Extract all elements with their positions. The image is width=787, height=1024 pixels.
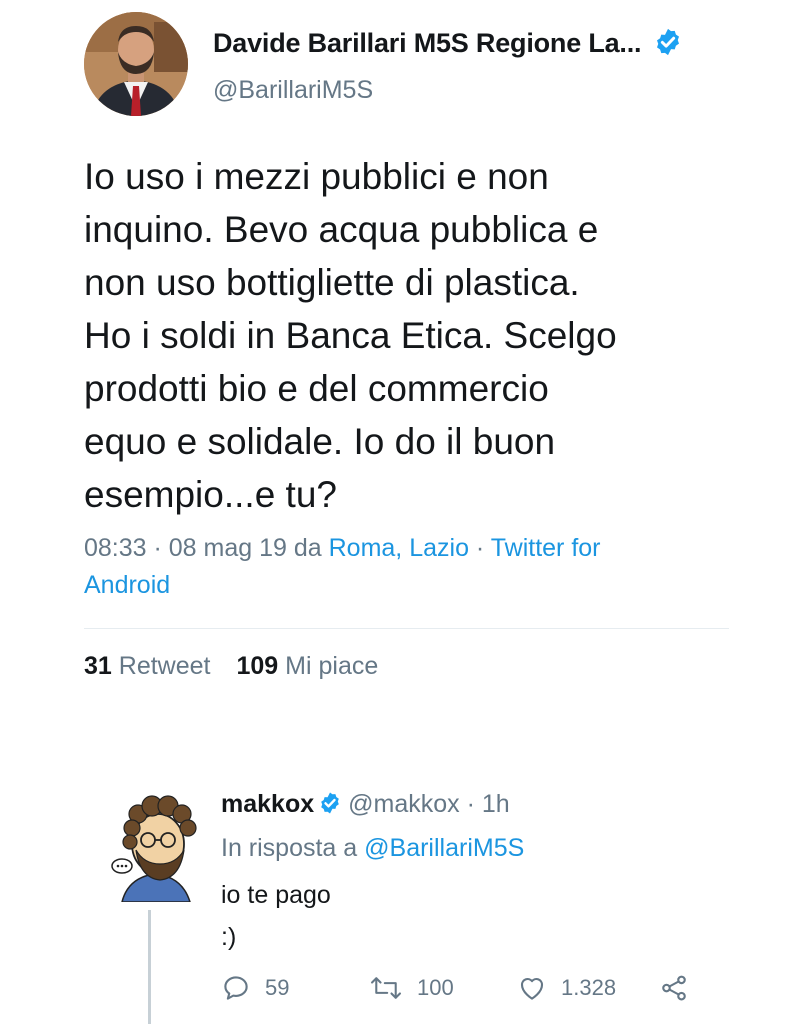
reply-count: 59	[265, 975, 290, 1000]
like-action-count: 1.328	[561, 975, 617, 1000]
tweet-text-line: Ho i soldi in Banca Etica. Scelgo	[84, 315, 617, 356]
author-avatar[interactable]	[84, 12, 188, 116]
reply-header: makkox @makkox · 1h	[221, 790, 510, 819]
thread-line	[148, 910, 151, 1024]
like-action-button[interactable]: 1.328	[517, 968, 616, 1008]
reply-text-line: :)	[221, 923, 237, 951]
divider	[84, 628, 729, 629]
tweet-text-line: esempio...e tu?	[84, 474, 337, 515]
location-prefix: da	[286, 534, 329, 562]
likes-stat[interactable]: 109 Mi piace	[236, 652, 378, 680]
like-label: Mi piace	[285, 652, 379, 680]
share-action-button[interactable]	[658, 968, 690, 1008]
verified-badge-icon	[657, 28, 679, 56]
retweet-arrows-icon	[371, 977, 401, 999]
tweet-meta: 08:33 · 08 mag 19 da Roma, Lazio · Twitt…	[84, 530, 724, 604]
reply-time-separator: ·	[459, 790, 482, 818]
author-name[interactable]: Davide Barillari M5S Regione La...	[213, 28, 642, 59]
reply-context: In risposta a @BarillariM5S	[221, 834, 524, 863]
author-portrait	[84, 12, 188, 116]
tweet-text-line: inquino. Bevo acqua pubblica e	[84, 209, 599, 250]
tweet-location-link[interactable]: Roma, Lazio	[329, 534, 469, 562]
meta-separator: ·	[468, 534, 491, 562]
reply-text: io te pago :)	[221, 874, 331, 958]
reply-author-handle[interactable]: @makkox	[348, 790, 460, 818]
speech-bubble-icon	[224, 976, 248, 1000]
retweet-count: 31	[84, 652, 112, 680]
retweets-stat[interactable]: 31 Retweet	[84, 652, 210, 680]
reply-author-name[interactable]: makkox	[221, 790, 314, 818]
tweet-date[interactable]: 08 mag 19	[169, 534, 287, 562]
caricature-avatar	[108, 792, 202, 902]
reply-action-button[interactable]: 59	[221, 968, 289, 1008]
reply-to-handle-link[interactable]: @BarillariM5S	[364, 834, 524, 862]
reply-author-avatar[interactable]	[108, 792, 202, 902]
tweet-text-line: Io uso i mezzi pubblici e non	[84, 156, 549, 197]
tweet-time[interactable]: 08:33	[84, 534, 147, 562]
retweet-action-button[interactable]: 100	[369, 968, 454, 1008]
tweet-client-link-continued[interactable]: Android	[84, 571, 170, 599]
tweet-stats: 31 Retweet 109 Mi piace	[84, 652, 378, 681]
tweet-client-link[interactable]: Twitter for	[491, 534, 601, 562]
reply-text-line: io te pago	[221, 881, 331, 909]
tweet-text-line: equo e solidale. Io do il buon	[84, 421, 556, 462]
tweet-text-line: non uso bottigliette di plastica.	[84, 262, 580, 303]
reply-time[interactable]: 1h	[482, 790, 510, 818]
share-nodes-icon	[662, 975, 686, 1001]
heart-outline-icon	[520, 977, 544, 1000]
like-count: 109	[236, 652, 279, 680]
meta-separator: ·	[146, 534, 169, 562]
author-handle[interactable]: @BarillariM5S	[213, 76, 373, 105]
reply-actions: 59 100 1.328	[221, 968, 701, 1008]
tweet-text: Io uso i mezzi pubblici e non inquino. B…	[84, 150, 744, 521]
verified-badge-icon	[321, 792, 339, 814]
retweet-action-count: 100	[417, 975, 454, 1000]
tweet-text-line: prodotti bio e del commercio	[84, 368, 549, 409]
retweet-label: Retweet	[118, 652, 211, 680]
reply-to-prefix: In risposta a	[221, 834, 365, 862]
